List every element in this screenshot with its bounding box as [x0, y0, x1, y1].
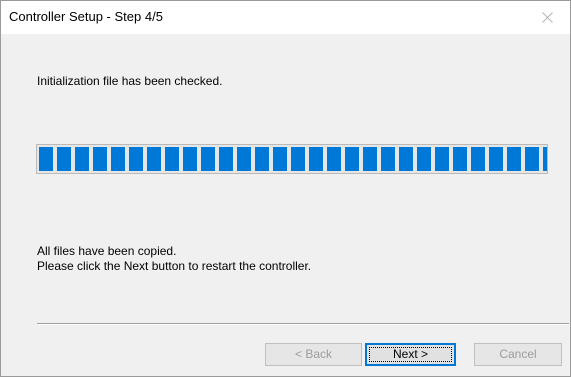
progress-fill	[39, 147, 547, 171]
completion-message: All files have been copied. Please click…	[37, 244, 311, 274]
next-button-label: Next >	[392, 347, 428, 361]
progress-segment	[507, 147, 521, 171]
progress-segment	[39, 147, 53, 171]
message-line-copied: All files have been copied.	[37, 244, 177, 258]
cancel-button[interactable]: Cancel	[474, 343, 562, 366]
progress-segment	[381, 147, 395, 171]
progress-segment	[201, 147, 215, 171]
cancel-button-label: Cancel	[499, 347, 537, 361]
progress-segment	[363, 147, 377, 171]
back-button[interactable]: < Back	[265, 343, 362, 366]
progress-segment	[309, 147, 323, 171]
progress-segment	[93, 147, 107, 171]
title-bar[interactable]: Controller Setup - Step 4/5	[1, 1, 570, 34]
progress-segment	[111, 147, 125, 171]
close-icon	[542, 12, 553, 23]
progress-bar	[36, 144, 548, 174]
progress-segment	[255, 147, 269, 171]
status-text: Initialization file has been checked.	[37, 74, 223, 88]
progress-segment	[57, 147, 71, 171]
progress-segment	[219, 147, 233, 171]
setup-dialog: Controller Setup - Step 4/5 Initializati…	[0, 0, 571, 377]
progress-segment	[273, 147, 287, 171]
progress-segment	[147, 147, 161, 171]
back-button-label: < Back	[294, 347, 333, 361]
progress-segment	[291, 147, 305, 171]
progress-segment	[489, 147, 503, 171]
progress-segment	[75, 147, 89, 171]
progress-segment	[435, 147, 449, 171]
window-title: Controller Setup - Step 4/5	[9, 9, 163, 24]
progress-segment	[399, 147, 413, 171]
close-button[interactable]	[525, 1, 570, 34]
progress-segment	[417, 147, 431, 171]
progress-segment	[237, 147, 251, 171]
progress-segment	[525, 147, 539, 171]
progress-segment	[543, 147, 547, 171]
next-button[interactable]: Next >	[365, 343, 456, 366]
progress-segment	[453, 147, 467, 171]
message-line-instruction: Please click the Next button to restart …	[37, 259, 312, 273]
progress-segment	[471, 147, 485, 171]
footer-divider	[37, 323, 569, 325]
progress-segment	[345, 147, 359, 171]
progress-segment	[327, 147, 341, 171]
progress-segment	[183, 147, 197, 171]
progress-segment	[165, 147, 179, 171]
progress-segment	[129, 147, 143, 171]
